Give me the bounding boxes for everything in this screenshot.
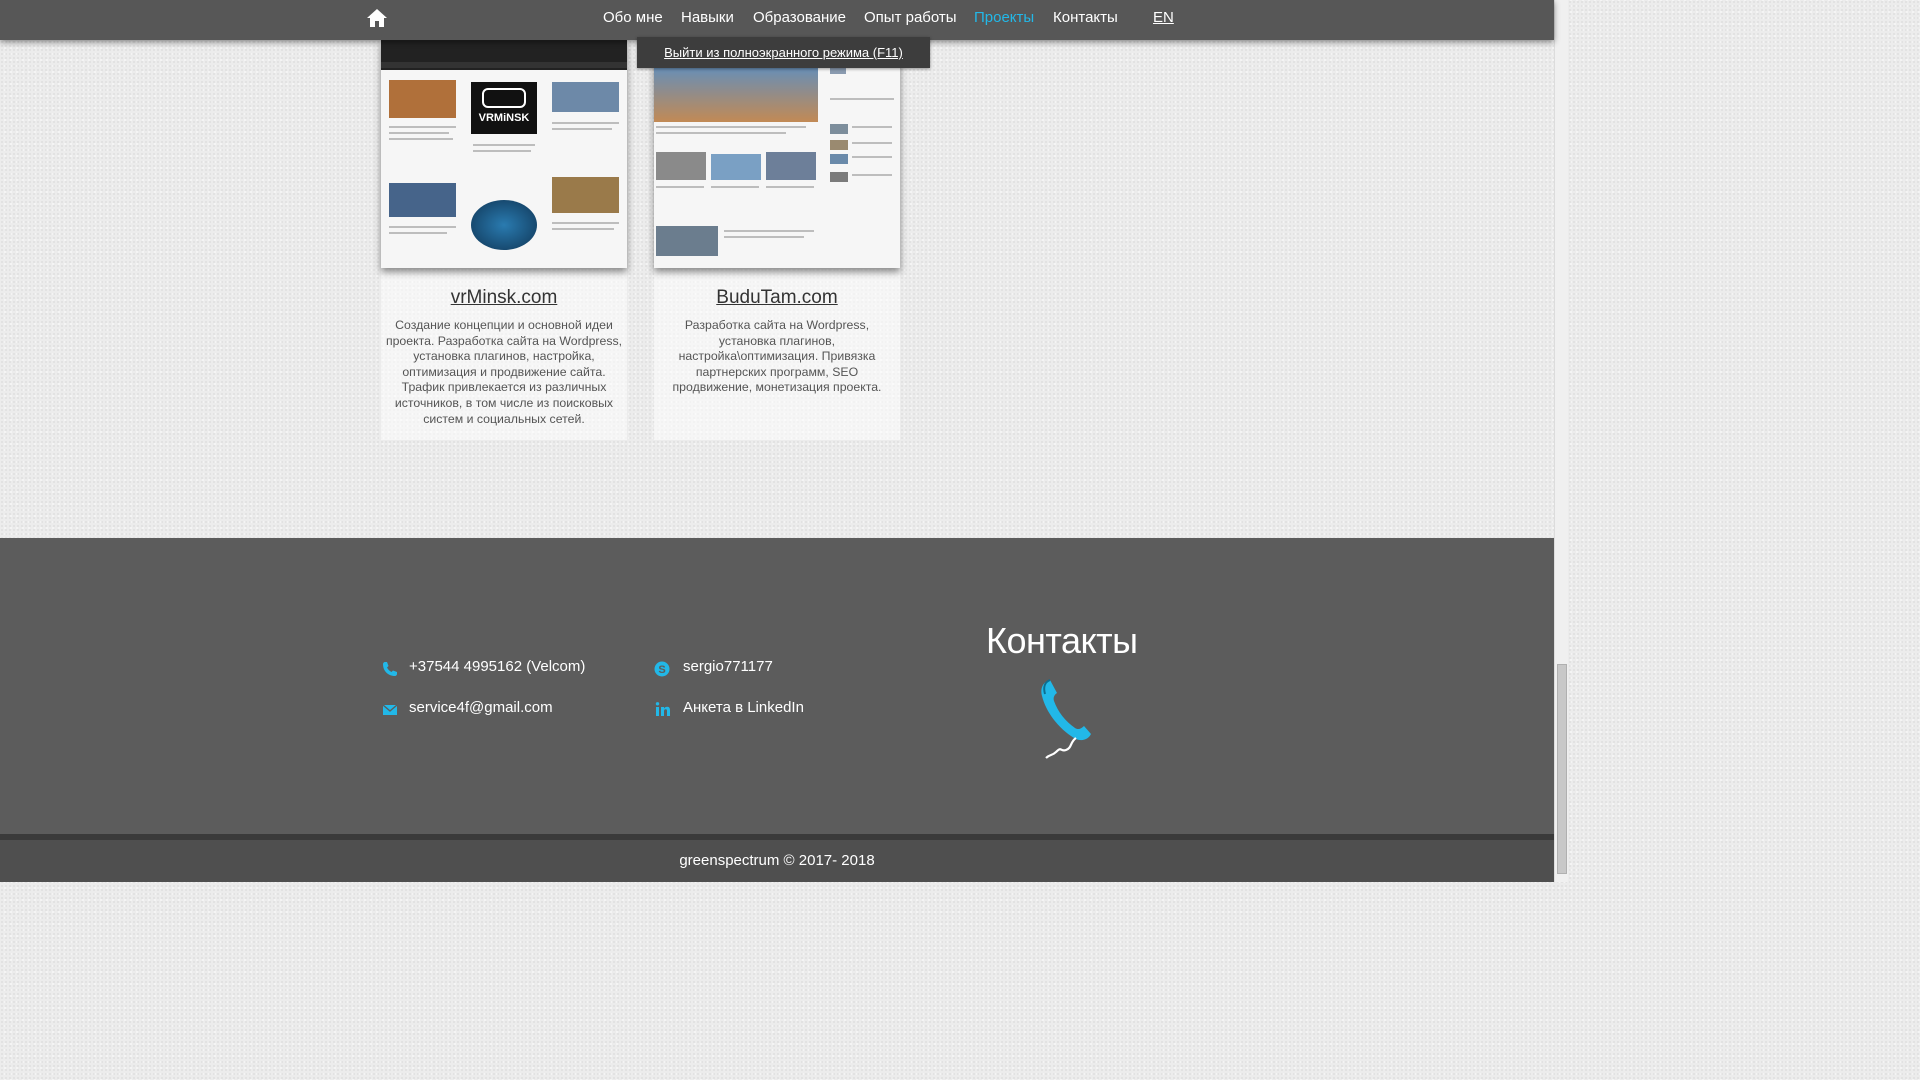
footer-bar: greenspectrum © 2017- 2018 xyxy=(0,834,1554,882)
contact-phone[interactable]: +37544 4995162 (Velcom) xyxy=(409,658,585,675)
contacts-heading: Контакты xyxy=(986,620,1138,661)
project-screenshot-vrminsk[interactable]: VRMiNSK xyxy=(381,40,627,268)
nav-item-experience[interactable]: Опыт работы xyxy=(864,9,957,26)
svg-text:S: S xyxy=(658,664,665,676)
nav-item-about[interactable]: Обо мне xyxy=(603,9,663,26)
nav-item-education[interactable]: Образование xyxy=(753,9,846,26)
telephone-handset-icon xyxy=(1041,679,1091,759)
top-navbar: Обо мне Навыки Образование Опыт работы П… xyxy=(0,0,1554,40)
project-description: Создание концепции и основной идеи проек… xyxy=(385,318,623,426)
phone-icon xyxy=(383,662,397,676)
page-scrollbar[interactable] xyxy=(1554,0,1568,882)
skype-icon: S xyxy=(654,661,670,677)
project-description: Разработка сайта на Wordpress, установка… xyxy=(672,318,882,395)
project-title-link[interactable]: BuduTam.com xyxy=(654,287,900,309)
vrminsk-logo-text: VRMiNSK xyxy=(478,112,530,124)
fullscreen-exit-tooltip: Выйти из полноэкранного режима (F11) xyxy=(637,37,930,68)
contact-linkedin-link[interactable]: Анкета в LinkedIn xyxy=(683,699,804,716)
nav-item-skills[interactable]: Навыки xyxy=(681,9,734,26)
project-screenshot-budutam[interactable] xyxy=(654,40,900,268)
language-switch-link[interactable]: EN xyxy=(1153,9,1174,26)
project-card-vrminsk: VRMiNSK vrMinsk.com Создание концепции и… xyxy=(381,40,627,440)
project-card-budutam: BuduTam.com Разработка сайта на Wordpres… xyxy=(654,40,900,440)
scrollbar-thumb[interactable] xyxy=(1557,664,1567,874)
linkedin-icon xyxy=(655,702,670,716)
contact-email[interactable]: service4f@gmail.com xyxy=(409,699,553,716)
home-icon[interactable] xyxy=(366,8,388,28)
email-icon xyxy=(382,704,398,715)
copyright-text: greenspectrum © 2017- 2018 xyxy=(679,852,875,869)
nav-item-contacts[interactable]: Контакты xyxy=(1053,9,1118,26)
project-title-link[interactable]: vrMinsk.com xyxy=(381,287,627,309)
contact-skype[interactable]: sergio771177 xyxy=(683,658,773,675)
contacts-section xyxy=(0,538,1554,834)
nav-item-projects[interactable]: Проекты xyxy=(974,9,1034,26)
